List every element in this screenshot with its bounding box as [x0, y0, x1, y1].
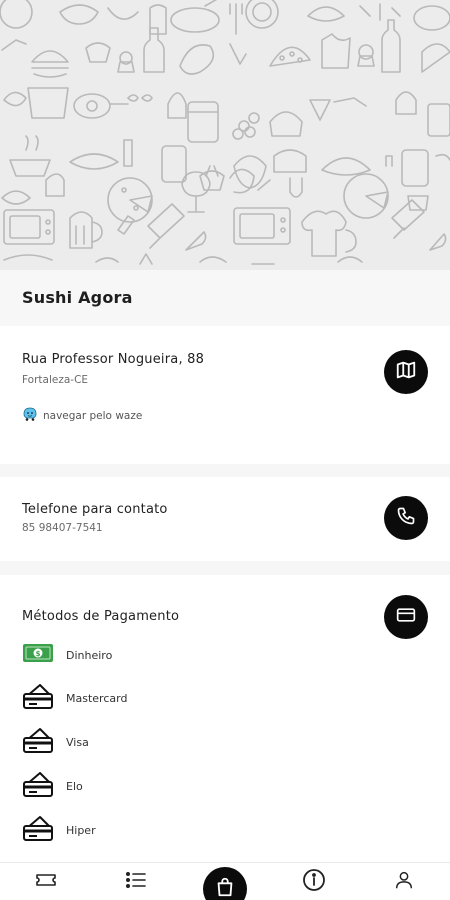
payment-title: Métodos de Pagamento: [22, 609, 180, 624]
cash-icon: $: [22, 642, 54, 668]
contact-phone: 85 98407-7541: [22, 522, 103, 534]
payment-methods-button[interactable]: [384, 595, 428, 639]
payment-method-mastercard: Mastercard: [22, 683, 127, 713]
bottom-navigation: [0, 862, 450, 900]
info-icon: [302, 868, 326, 896]
svg-text:$: $: [36, 650, 41, 658]
payment-method-label: Hiper: [66, 823, 96, 837]
payment-method-label: Elo: [66, 779, 83, 793]
nav-cart-button[interactable]: [203, 867, 247, 900]
user-icon: [393, 869, 415, 895]
waze-link[interactable]: navegar pelo waze: [22, 406, 142, 426]
nav-info[interactable]: [294, 863, 334, 900]
address-city: Fortaleza-CE: [22, 374, 89, 386]
credit-card-icon: [396, 605, 416, 629]
restaurant-title-bar: Sushi Agora: [0, 270, 450, 326]
call-button[interactable]: [384, 496, 428, 540]
payment-method-label: Dinheiro: [66, 648, 113, 662]
payment-method-hiper: Hiper: [22, 815, 96, 845]
payment-method-dinheiro: $ Dinheiro: [22, 640, 112, 670]
contact-label: Telefone para contato: [22, 502, 168, 517]
waze-icon: [22, 406, 38, 426]
nav-menu-list[interactable]: [116, 863, 156, 900]
ticket-icon: [34, 870, 58, 894]
list-icon: [125, 870, 147, 894]
payment-method-label: Mastercard: [66, 691, 128, 705]
card-icon: [22, 813, 54, 847]
nav-tickets[interactable]: [26, 863, 66, 900]
waze-label: navegar pelo waze: [43, 410, 143, 422]
header-food-pattern: [0, 0, 450, 270]
address-street: Rua Professor Nogueira, 88: [22, 352, 205, 367]
phone-icon: [396, 506, 416, 530]
address-card: Rua Professor Nogueira, 88 Fortaleza-CE …: [0, 326, 450, 464]
contact-card: Telefone para contato 85 98407-7541: [0, 477, 450, 561]
card-icon: [22, 725, 54, 759]
payment-method-elo: Elo: [22, 771, 83, 801]
map-icon: [395, 359, 417, 385]
payment-card: Métodos de Pagamento $ Dinheiro Masterca…: [0, 575, 450, 865]
card-icon: [22, 769, 54, 803]
card-icon: [22, 681, 54, 715]
payment-method-label: Visa: [66, 735, 89, 749]
restaurant-name: Sushi Agora: [22, 288, 133, 307]
payment-method-visa: Visa: [22, 727, 89, 757]
shopping-bag-icon: [214, 876, 236, 900]
map-button[interactable]: [384, 350, 428, 394]
nav-profile[interactable]: [384, 863, 424, 900]
